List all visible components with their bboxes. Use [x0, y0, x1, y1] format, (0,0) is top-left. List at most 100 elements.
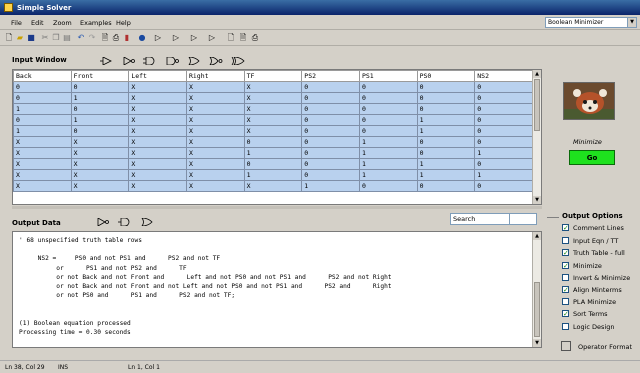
table-cell[interactable]: X [243, 81, 303, 93]
new-file-icon[interactable]: 🗋 [4, 33, 14, 43]
undo-icon[interactable]: ↶ [76, 33, 86, 43]
table-cell[interactable]: 1 [13, 103, 72, 115]
cut-icon[interactable]: ✂ [40, 33, 50, 43]
table-cell[interactable]: 0 [13, 114, 72, 126]
table-row[interactable]: XXXX10101 [13, 147, 533, 159]
table-cell[interactable]: X [128, 169, 187, 181]
print-preview-icon[interactable]: 🗎 [238, 33, 248, 43]
input-scrollbar[interactable]: ▲ ▼ [532, 70, 541, 204]
table-cell[interactable]: 0 [474, 180, 533, 192]
table-cell[interactable]: 0 [301, 169, 360, 181]
option-truth-table-full[interactable]: ✓ Truth Table - full [562, 248, 625, 259]
gate-icon[interactable]: ▷ [153, 33, 163, 43]
menu-examples[interactable]: Examples [80, 19, 112, 27]
option-align-minterms[interactable]: ✓ Align Minterms [562, 285, 622, 296]
table-cell[interactable]: X [185, 136, 245, 148]
table-cell[interactable]: X [70, 136, 130, 148]
and-gate-icon[interactable] [143, 57, 157, 65]
table-cell[interactable]: X [128, 114, 187, 126]
and-gate-icon[interactable] [118, 218, 132, 226]
table-cell[interactable]: 0 [474, 92, 533, 104]
table-cell[interactable]: 0 [301, 136, 360, 148]
table-cell[interactable]: X [128, 136, 187, 148]
nor-gate-icon[interactable] [209, 57, 223, 65]
table-cell[interactable]: 0 [358, 125, 418, 137]
menu-file[interactable]: File [11, 19, 22, 27]
option-comment-lines[interactable]: ✓ Comment Lines [562, 223, 624, 234]
menu-help[interactable]: Help [116, 19, 131, 27]
table-cell[interactable]: 1 [243, 147, 303, 159]
table-cell[interactable]: 0 [301, 92, 360, 104]
output-scrollbar[interactable]: ▲ ▼ [532, 232, 541, 347]
table-cell[interactable]: X [185, 81, 245, 93]
table-cell[interactable]: X [185, 169, 245, 181]
table-cell[interactable]: 0 [474, 114, 533, 126]
table-cell[interactable]: 1 [70, 92, 130, 104]
column-header-ns2[interactable]: NS2 [474, 70, 533, 82]
checkbox[interactable] [562, 297, 569, 305]
table-cell[interactable]: 0 [474, 136, 533, 148]
go-button[interactable]: Go [569, 150, 615, 165]
scroll-thumb[interactable] [534, 79, 540, 131]
column-header-tf[interactable]: TF [243, 70, 303, 82]
gate-icon[interactable]: ▷ [171, 33, 181, 43]
table-cell[interactable]: X [13, 147, 72, 159]
option-logic-design[interactable]: Logic Design [562, 322, 615, 333]
table-cell[interactable]: X [128, 103, 187, 115]
print-preview-icon[interactable]: 🗎 [100, 33, 110, 43]
save-icon[interactable]: ■ [26, 33, 36, 43]
print-icon[interactable]: ⎙ [250, 33, 260, 43]
table-cell[interactable]: X [128, 158, 187, 170]
scroll-up-icon[interactable]: ▲ [533, 232, 541, 240]
column-header-front[interactable]: Front [70, 70, 130, 82]
table-cell[interactable]: 1 [70, 114, 130, 126]
table-cell[interactable]: 0 [416, 180, 476, 192]
table-cell[interactable]: 0 [358, 92, 418, 104]
table-cell[interactable]: 0 [301, 147, 360, 159]
table-cell[interactable]: 0 [301, 103, 360, 115]
table-row[interactable]: 01XXX0000 [13, 92, 533, 104]
table-cell[interactable]: X [70, 158, 130, 170]
table-cell[interactable]: X [128, 92, 187, 104]
table-row[interactable]: 01XXX0010 [13, 114, 533, 126]
table-cell[interactable]: X [128, 147, 187, 159]
table-cell[interactable]: X [185, 125, 245, 137]
table-cell[interactable]: 0 [416, 136, 476, 148]
table-cell[interactable]: 0 [416, 81, 476, 93]
table-row[interactable]: XXXXX1000 [13, 180, 533, 192]
table-cell[interactable]: X [70, 147, 130, 159]
table-cell[interactable]: X [243, 92, 303, 104]
truth-table-grid[interactable]: Back Front Left Right TF PS2 PS1 PS0 NS2… [12, 69, 542, 205]
table-cell[interactable]: X [70, 169, 130, 181]
table-cell[interactable]: X [243, 114, 303, 126]
panel-splitter[interactable] [12, 206, 542, 209]
table-cell[interactable]: X [13, 169, 72, 181]
table-cell[interactable]: X [243, 180, 303, 192]
open-folder-icon[interactable]: ▰ [15, 33, 25, 43]
table-cell[interactable]: 0 [474, 158, 533, 170]
table-cell[interactable]: 0 [301, 158, 360, 170]
copy-icon[interactable]: ❐ [51, 33, 61, 43]
checkbox[interactable]: ✓ [562, 285, 569, 293]
table-cell[interactable]: X [128, 81, 187, 93]
nand-gate-icon[interactable] [165, 57, 179, 65]
buffer-gate-icon[interactable] [100, 57, 114, 65]
column-header-back[interactable]: Back [13, 70, 72, 82]
table-cell[interactable]: 0 [243, 158, 303, 170]
gate-icon[interactable]: ▷ [189, 33, 199, 43]
table-cell[interactable]: 1 [301, 180, 360, 192]
column-header-ps0[interactable]: PS0 [416, 70, 476, 82]
table-cell[interactable]: 1 [416, 114, 476, 126]
not-gate-icon[interactable] [121, 57, 135, 65]
option-pla-minimize[interactable]: PLA Minimize [562, 297, 616, 308]
table-cell[interactable]: X [70, 180, 130, 192]
table-cell[interactable]: X [243, 125, 303, 137]
table-cell[interactable]: 1 [474, 169, 533, 181]
table-cell[interactable]: 0 [474, 103, 533, 115]
or-gate-icon[interactable] [140, 218, 154, 226]
table-row[interactable]: XXXX00110 [13, 158, 533, 170]
scroll-down-icon[interactable]: ▼ [533, 196, 541, 204]
table-cell[interactable]: X [185, 158, 245, 170]
checkbox[interactable]: ✓ [562, 223, 569, 231]
table-cell[interactable]: 0 [358, 114, 418, 126]
